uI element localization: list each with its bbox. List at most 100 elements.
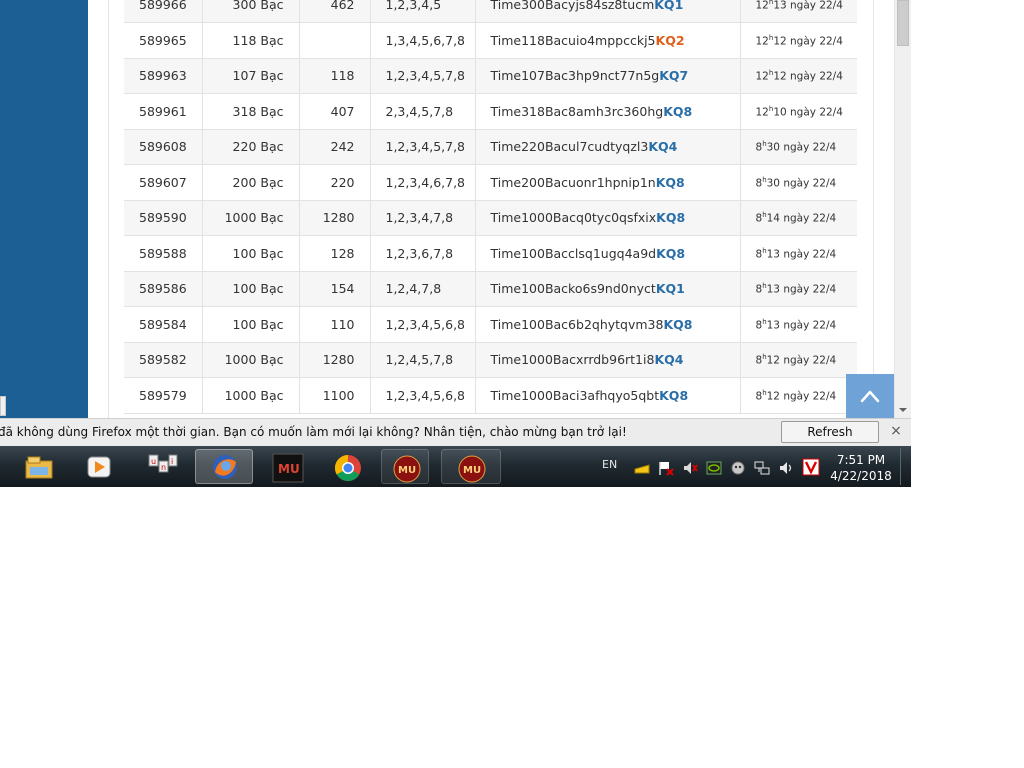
result-link[interactable]: KQ8 <box>663 317 692 332</box>
volume-icon[interactable] <box>778 460 794 476</box>
result-link[interactable]: KQ8 <box>656 210 685 225</box>
row-code-cell: Time100Bacclsq1ugq4a9dKQ8 <box>474 235 740 272</box>
taskbar-unikey[interactable]: u n i <box>138 449 186 484</box>
bug-icon[interactable] <box>730 460 746 476</box>
row-characters: 1,2,4,7,8 <box>369 271 475 307</box>
row-time: 12h13 ngày 22/4 <box>739 0 857 23</box>
left-panel-scrollbar[interactable] <box>0 396 6 416</box>
taskbar-media-player[interactable] <box>74 449 122 484</box>
row-amount: 118 <box>298 58 370 94</box>
table-row: 589961 318 Bạc 407 2,3,4,5,7,8 Time318Bac8am… <box>124 93 857 130</box>
result-link[interactable]: KQ8 <box>656 246 685 261</box>
result-link[interactable]: KQ4 <box>648 139 677 154</box>
row-characters: 1,2,3,4,7,8 <box>369 200 475 236</box>
firefox-notification-bar: đã không dùng Firefox một thời gian. Bạn… <box>0 418 911 459</box>
back-to-top-button[interactable] <box>846 374 894 418</box>
row-id: 589963 <box>124 58 202 94</box>
taskbar-firefox[interactable] <box>195 449 253 484</box>
taskbar-mu-launcher[interactable]: MU <box>381 449 429 484</box>
clock-date: 4/22/2018 <box>830 469 892 483</box>
mu-game-letters: MU <box>278 462 300 476</box>
row-code: Time1000Bacxrrdb96rt1i8 <box>490 352 655 368</box>
row-time: 8h14 ngày 22/4 <box>739 200 857 236</box>
table-row: 589966 300 Bạc 462 1,2,3,4,5 Time300Bacyjs84… <box>124 0 857 23</box>
mu-game-icon: MU <box>272 453 304 483</box>
row-amount: 128 <box>298 235 370 272</box>
row-code-cell: Time300Bacyjs84sz8tucmKQ1 <box>474 0 740 23</box>
row-time: 12h10 ngày 22/4 <box>739 93 857 130</box>
row-code: Time200Bacuonr1hpnip1n <box>490 174 656 190</box>
chevron-up-icon <box>860 390 880 403</box>
row-code-cell: Time1000Bacxrrdb96rt1i8KQ4 <box>474 342 740 378</box>
row-amount: 1280 <box>298 342 370 378</box>
row-code-cell: Time100Bac6b2qhytqvm38KQ8 <box>474 306 740 343</box>
taskbar-file-explorer[interactable] <box>14 449 62 484</box>
taskbar-mu-launcher-2[interactable]: MU <box>441 449 501 484</box>
row-id: 589966 <box>124 0 202 23</box>
close-icon[interactable]: × <box>888 423 904 439</box>
row-characters: 1,2,3,4,6,7,8 <box>369 164 475 201</box>
time-rest: 13 ngày 22/4 <box>773 0 843 12</box>
show-desktop-button[interactable] <box>900 448 911 485</box>
time-hour: 12 <box>755 70 769 83</box>
result-link[interactable]: KQ8 <box>663 104 692 119</box>
time-rest: 13 ngày 22/4 <box>766 248 837 260</box>
row-price: 300 Bạc <box>201 0 299 23</box>
notification-message: đã không dùng Firefox một thời gian. Bạn… <box>0 425 627 439</box>
speaker-muted-icon[interactable] <box>682 460 698 476</box>
table-row: 589588 100 Bạc 128 1,2,3,6,7,8 Time100Baccls… <box>124 235 857 272</box>
unikey-icon: u n i <box>148 454 178 473</box>
result-link[interactable]: KQ7 <box>659 68 688 83</box>
row-code: Time118Bacuio4mppcckj5 <box>490 32 656 48</box>
result-link[interactable]: KQ8 <box>656 175 685 190</box>
row-price: 1000 Bạc <box>201 342 299 378</box>
row-amount: 110 <box>298 306 370 343</box>
nvidia-icon[interactable] <box>706 460 722 476</box>
row-amount <box>298 22 370 59</box>
taskbar-mu-game[interactable]: MU <box>262 449 310 484</box>
unikey-letter-i: i <box>171 457 173 466</box>
row-id: 589608 <box>124 129 202 165</box>
row-id: 589582 <box>124 342 202 378</box>
row-code: Time1000Bacq0tyc0qsfxix <box>490 210 657 226</box>
vertical-scrollbar[interactable] <box>894 0 911 418</box>
refresh-firefox-button[interactable]: Refresh Firefox... <box>781 421 879 459</box>
table-row: 589582 1000 Bạc 1280 1,2,4,5,7,8 Time1000Bac… <box>124 342 857 378</box>
scrollbar-thumb[interactable] <box>897 0 909 46</box>
language-indicator[interactable]: EN <box>602 458 617 471</box>
row-code: Time107Bac3hp9nct77n5g <box>490 68 660 84</box>
result-link[interactable]: KQ4 <box>654 352 683 367</box>
cheese-icon[interactable] <box>634 460 650 476</box>
table-row: 589590 1000 Bạc 1280 1,2,3,4,7,8 Time1000Bac… <box>124 200 857 236</box>
flag-error-icon[interactable] <box>658 460 674 476</box>
firefox-icon <box>213 455 237 479</box>
table-row: 589965 118 Bạc 1,3,4,5,6,7,8 Time118Bacuio4… <box>124 22 857 59</box>
result-link[interactable]: KQ1 <box>654 0 683 12</box>
mu-launcher-icon: MU <box>393 455 421 483</box>
row-code-cell: Time1000Bacq0tyc0qsfxixKQ8 <box>474 200 740 236</box>
clock-time: 7:51 PM <box>836 453 886 467</box>
mu-launcher-letters-2: MU <box>463 465 481 476</box>
row-code-cell: Time200Bacuonr1hpnip1nKQ8 <box>474 164 740 201</box>
time-rest: 14 ngày 22/4 <box>766 212 837 225</box>
row-code: Time100Bacclsq1ugq4a9d <box>490 245 657 261</box>
antivirus-icon[interactable] <box>802 458 820 476</box>
row-code: Time1000Baci3afhqyo5qbt <box>490 387 660 403</box>
result-link[interactable]: KQ1 <box>656 281 685 296</box>
table-row: 589584 100 Bạc 110 1,2,3,4,5,6,8 Time100Bac6… <box>124 306 857 343</box>
time-rest: 12 ngày 22/4 <box>773 35 843 47</box>
row-code: Time100Bac6b2qhytqvm38 <box>490 316 664 332</box>
result-link[interactable]: KQ2 <box>656 33 685 48</box>
result-link[interactable]: KQ8 <box>659 388 688 403</box>
row-id: 589965 <box>124 22 202 59</box>
scroll-down-arrow-icon[interactable] <box>899 408 907 412</box>
system-clock[interactable]: 7:51 PM 4/22/2018 <box>825 452 897 484</box>
row-price: 107 Bạc <box>201 58 299 94</box>
row-time: 8h13 ngày 22/4 <box>739 235 857 272</box>
table-row: 589607 200 Bạc 220 1,2,3,4,6,7,8 Time200Bacu… <box>124 164 857 201</box>
row-code-cell: Time118Bacuio4mppcckj5KQ2 <box>474 22 740 59</box>
taskbar-chrome[interactable] <box>323 449 371 484</box>
network-icon[interactable] <box>754 460 770 476</box>
row-id: 589579 <box>124 377 202 414</box>
row-time: 8h12 ngày 22/4 <box>739 377 857 414</box>
